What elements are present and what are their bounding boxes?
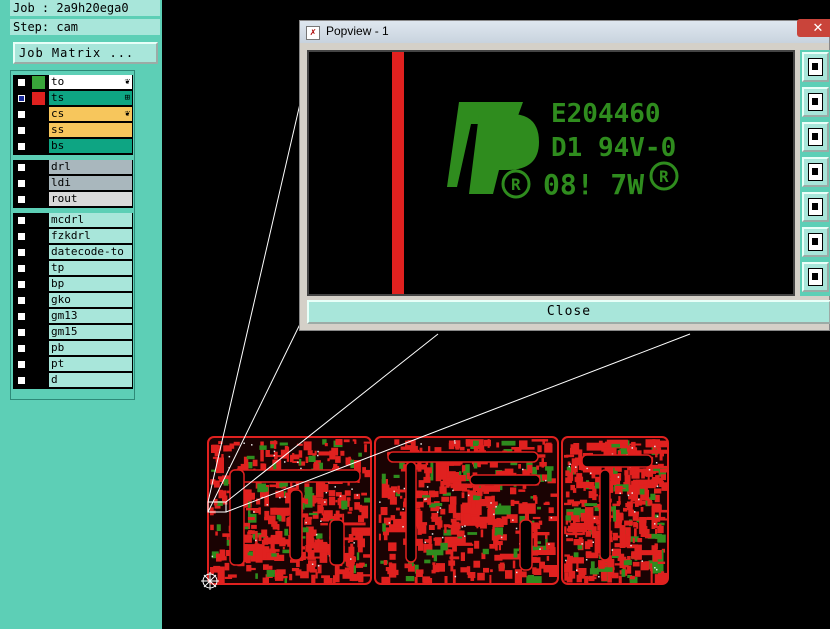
ul-logo-icon xyxy=(447,102,539,194)
zoom-in-icon xyxy=(808,233,823,251)
close-button[interactable]: Close xyxy=(307,300,830,324)
marking-line2: D1 94V-0 xyxy=(551,133,676,163)
zoomed-marking: R E204460 D1 94V-0 08! 7W R xyxy=(392,52,679,294)
pcb-slot xyxy=(581,454,653,468)
marking-line1: E204460 xyxy=(551,99,661,129)
arrow-down-icon xyxy=(808,128,823,146)
pcb-slot xyxy=(289,489,303,561)
pcb-slot xyxy=(599,469,611,561)
pcb-slot xyxy=(469,474,541,486)
pan-left-button[interactable] xyxy=(802,157,829,187)
zoom-out-button[interactable] xyxy=(802,262,829,292)
pan-down-button[interactable] xyxy=(802,122,829,152)
window-close-button[interactable]: ✕ xyxy=(797,19,830,37)
marking-line3: 08! 7W xyxy=(543,168,644,201)
zoom-in-button[interactable] xyxy=(802,227,829,257)
ru-mark-letter: R xyxy=(511,175,521,194)
pcb-slot xyxy=(519,519,533,571)
zoom-fit-icon xyxy=(808,58,823,76)
red-trace xyxy=(392,52,404,294)
zoom-fit-button[interactable] xyxy=(802,52,829,82)
popview-title: Popview - 1 xyxy=(326,24,389,38)
pcb-slot xyxy=(405,461,417,563)
pcb-slot xyxy=(229,469,361,483)
arrow-right-icon xyxy=(808,198,823,216)
view-toolbar xyxy=(800,50,830,296)
pcb-slot xyxy=(229,469,245,566)
popview-window: ✗ Popview - 1 ✕ R E204460 D1 94V-0 08! 7… xyxy=(299,19,830,331)
pan-up-button[interactable] xyxy=(802,87,829,117)
app-icon: ✗ xyxy=(306,26,320,40)
pcb-slot xyxy=(329,519,345,566)
ru-mark-letter: R xyxy=(659,167,669,186)
pcb-board xyxy=(207,436,669,585)
popview-viewer[interactable]: R E204460 D1 94V-0 08! 7W R xyxy=(307,50,795,296)
popview-titlebar[interactable]: ✗ Popview - 1 ✕ xyxy=(300,19,830,43)
pan-right-button[interactable] xyxy=(802,192,829,222)
pcb-slot xyxy=(387,451,539,463)
zoom-out-icon xyxy=(808,268,823,286)
arrow-left-icon xyxy=(808,163,823,181)
arrow-up-icon xyxy=(808,93,823,111)
